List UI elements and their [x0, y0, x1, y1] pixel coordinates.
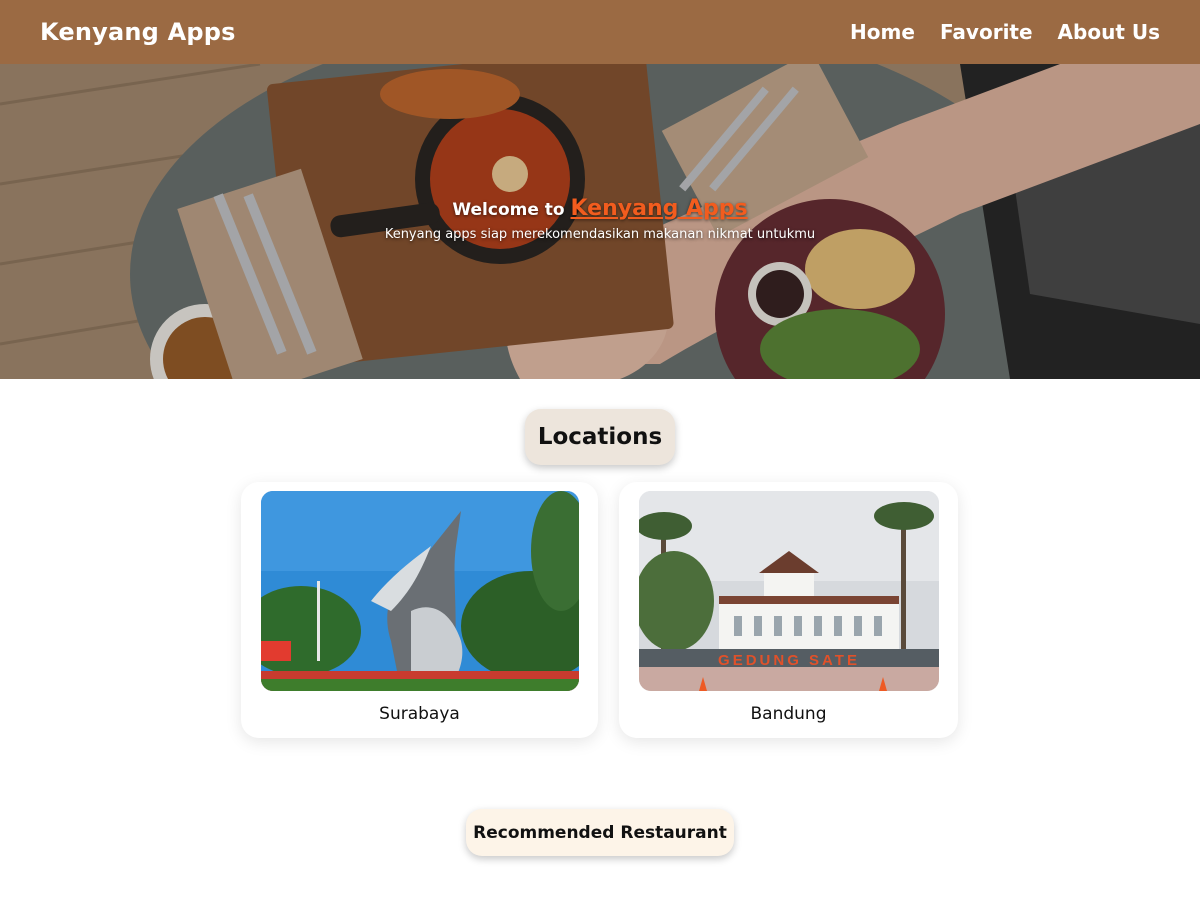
- hero-banner: Welcome to Kenyang Apps Kenyang apps sia…: [0, 64, 1200, 379]
- surabaya-monument-image: [261, 491, 579, 691]
- bandung-image: GEDUNG SATE: [639, 491, 939, 691]
- bandung-gedung-sate-image: GEDUNG SATE: [639, 491, 939, 691]
- location-name: Surabaya: [379, 704, 460, 724]
- nav-link-favorite[interactable]: Favorite: [940, 20, 1033, 44]
- location-card-surabaya[interactable]: Surabaya: [241, 482, 598, 738]
- hero-title: Welcome to Kenyang Apps: [0, 196, 1200, 221]
- nav-link-about-us[interactable]: About Us: [1058, 20, 1160, 44]
- brand-logo-text[interactable]: Kenyang Apps: [40, 18, 236, 46]
- nav-link-home[interactable]: Home: [850, 20, 915, 44]
- locations-heading: Locations: [525, 409, 675, 465]
- hero-subtitle: Kenyang apps siap merekomendasikan makan…: [384, 227, 816, 242]
- top-navbar: Kenyang Apps Home Favorite About Us: [0, 0, 1200, 64]
- hero-text-block: Welcome to Kenyang Apps Kenyang apps sia…: [0, 196, 1200, 242]
- location-name: Bandung: [750, 704, 827, 724]
- hero-title-prefix: Welcome to: [452, 200, 565, 220]
- surabaya-image: [261, 491, 579, 691]
- recommended-restaurant-heading: Recommended Restaurant: [466, 809, 734, 856]
- hero-title-accent-link[interactable]: Kenyang Apps: [571, 196, 748, 221]
- nav-links: Home Favorite About Us: [850, 20, 1160, 44]
- location-card-bandung[interactable]: GEDUNG SATE Bandung: [619, 482, 958, 738]
- gedung-sate-sign: GEDUNG SATE: [718, 652, 860, 669]
